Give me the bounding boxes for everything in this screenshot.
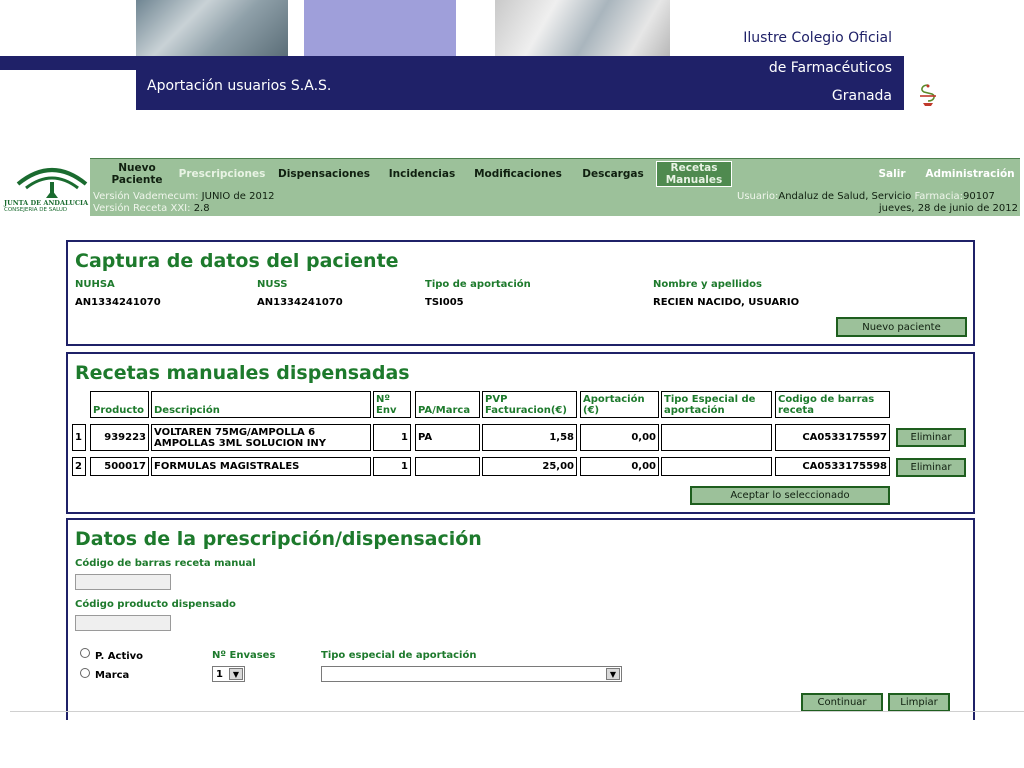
row-descripcion: FORMULAS MAGISTRALES — [151, 457, 371, 476]
farmacia-value: 90107 — [963, 191, 995, 202]
nav-descargas[interactable]: Descargas — [578, 159, 648, 189]
banner-photo-right — [495, 0, 670, 56]
nuss-value: AN1334241070 — [257, 297, 343, 308]
current-date: jueves, 28 de junio de 2012 — [800, 202, 1018, 215]
tipo-especial-select[interactable]: ▼ — [321, 666, 622, 682]
nuhsa-value: AN1334241070 — [75, 297, 161, 308]
radio-p-activo-label: P. Activo — [95, 651, 144, 662]
row-pa-marca: PA — [415, 424, 480, 451]
recetas-panel-title: Recetas manuales dispensadas — [75, 362, 410, 384]
banner-accent-block — [304, 0, 456, 56]
banner-left-bar — [0, 56, 136, 70]
banner-photo-left — [136, 0, 288, 56]
nav-prescripciones[interactable]: Prescripciones — [176, 159, 268, 189]
codigo-producto-label: Código producto dispensado — [75, 599, 236, 610]
receta-version: Versión Receta XXI: 2.8 — [93, 202, 210, 215]
nuevo-paciente-button[interactable]: Nuevo paciente — [836, 317, 967, 337]
chevron-down-icon: ▼ — [229, 668, 243, 680]
row-pvp: 25,00 — [482, 457, 577, 476]
envases-label: Nº Envases — [212, 650, 276, 661]
row-producto: 500017 — [90, 457, 149, 476]
nav-administracion[interactable]: Administración — [922, 159, 1018, 189]
row-pa-marca — [415, 457, 480, 476]
row-aportacion: 0,00 — [580, 424, 659, 451]
codigo-producto-input[interactable] — [75, 615, 171, 631]
nombre-label: Nombre y apellidos — [653, 279, 762, 290]
usuario-value: Andaluz de Salud, Servicio — [778, 191, 912, 202]
nav-modificaciones[interactable]: Modificaciones — [472, 159, 564, 189]
nuhsa-label: NUHSA — [75, 279, 115, 290]
row-producto: 939223 — [90, 424, 149, 451]
col-producto: Producto — [90, 391, 149, 418]
receta-value: 2.8 — [193, 203, 210, 214]
limpiar-button[interactable]: Limpiar — [888, 693, 950, 712]
nav-incidencias[interactable]: Incidencias — [386, 159, 458, 189]
envases-select-value: 1 — [216, 668, 223, 680]
colegio-title-line3: Granada — [831, 88, 892, 104]
nav-recetas-manuales[interactable]: Recetas Manuales — [656, 161, 732, 187]
row-envases: 1 — [373, 457, 411, 476]
row-codigo-barras: CA0533175598 — [775, 457, 890, 476]
row-index: 1 — [72, 424, 86, 451]
row-codigo-barras: CA0533175597 — [775, 424, 890, 451]
tipo-especial-label: Tipo especial de aportación — [321, 650, 477, 661]
row-aportacion: 0,00 — [580, 457, 659, 476]
junta-text: JUNTA DE ANDALUCIA — [4, 199, 89, 207]
prescripcion-panel-title: Datos de la prescripción/dispensación — [75, 528, 482, 550]
pharmacy-logo-icon — [920, 84, 936, 106]
row-index: 2 — [72, 457, 86, 476]
receta-label: Versión Receta XXI: — [93, 203, 191, 214]
eliminar-button[interactable]: Eliminar — [896, 428, 966, 447]
nav-dispensaciones[interactable]: Dispensaciones — [276, 159, 372, 189]
col-tipo-especial: Tipo Especial de aportación — [661, 391, 772, 418]
patient-panel: Captura de datos del paciente NUHSA NUSS… — [66, 240, 975, 346]
codigo-barras-input[interactable] — [75, 574, 171, 590]
continuar-button[interactable]: Continuar — [801, 693, 883, 712]
prescripcion-panel: Datos de la prescripción/dispensación Có… — [66, 518, 975, 720]
app-title: Aportación usuarios S.A.S. — [147, 78, 332, 94]
nav-salir[interactable]: Salir — [870, 159, 914, 189]
radio-marca[interactable] — [80, 668, 90, 678]
vademecum-label: Versión Vademecum: — [93, 191, 199, 202]
col-aportacion: Aportación (€) — [580, 391, 659, 418]
col-codigo-barras: Codigo de barras receta — [775, 391, 890, 418]
row-pvp: 1,58 — [482, 424, 577, 451]
farmacia-label: Farmacia: — [914, 191, 963, 202]
col-pvp: PVP Facturacion(€) — [482, 391, 577, 418]
tipo-aportacion-value: TSI005 — [425, 297, 464, 308]
col-envases: Nº Env — [373, 391, 411, 418]
colegio-title-line1: Ilustre Colegio Oficial — [743, 30, 892, 46]
current-date-text: jueves, 28 de junio de 2012 — [878, 203, 1018, 214]
nav-nuevo-paciente[interactable]: Nuevo Paciente — [104, 159, 170, 189]
patient-panel-title: Captura de datos del paciente — [75, 250, 399, 272]
aceptar-seleccionado-button[interactable]: Aceptar lo seleccionado — [690, 486, 890, 505]
consejeria-text: CONSEJERIA DE SALUD — [4, 207, 68, 213]
vademecum-value: JUNIO de 2012 — [201, 191, 275, 202]
colegio-title-line2: de Farmacéuticos — [768, 60, 892, 76]
col-pa-marca: PA/Marca — [415, 391, 480, 418]
eliminar-button[interactable]: Eliminar — [896, 458, 966, 477]
recetas-panel: Recetas manuales dispensadas Producto De… — [66, 352, 975, 514]
row-envases: 1 — [373, 424, 411, 451]
codigo-barras-label: Código de barras receta manual — [75, 558, 256, 569]
usuario-label: Usuario: — [737, 191, 779, 202]
row-tipo-especial — [661, 424, 772, 451]
main-nav: Nuevo Paciente Prescripciones Dispensaci… — [90, 158, 1020, 190]
nuss-label: NUSS — [257, 279, 288, 290]
row-descripcion: VOLTAREN 75MG/AMPOLLA 6 AMPOLLAS 3ML SOL… — [151, 424, 371, 451]
col-descripcion: Descripción — [151, 391, 371, 418]
tipo-aportacion-label: Tipo de aportación — [425, 279, 531, 290]
radio-marca-label: Marca — [95, 670, 130, 681]
nombre-value: RECIEN NACIDO, USUARIO — [653, 297, 800, 308]
page-divider — [10, 711, 1024, 712]
row-tipo-especial — [661, 457, 772, 476]
envases-select[interactable]: 1 ▼ — [212, 666, 245, 682]
radio-p-activo[interactable] — [80, 648, 90, 658]
chevron-down-icon: ▼ — [606, 668, 620, 680]
